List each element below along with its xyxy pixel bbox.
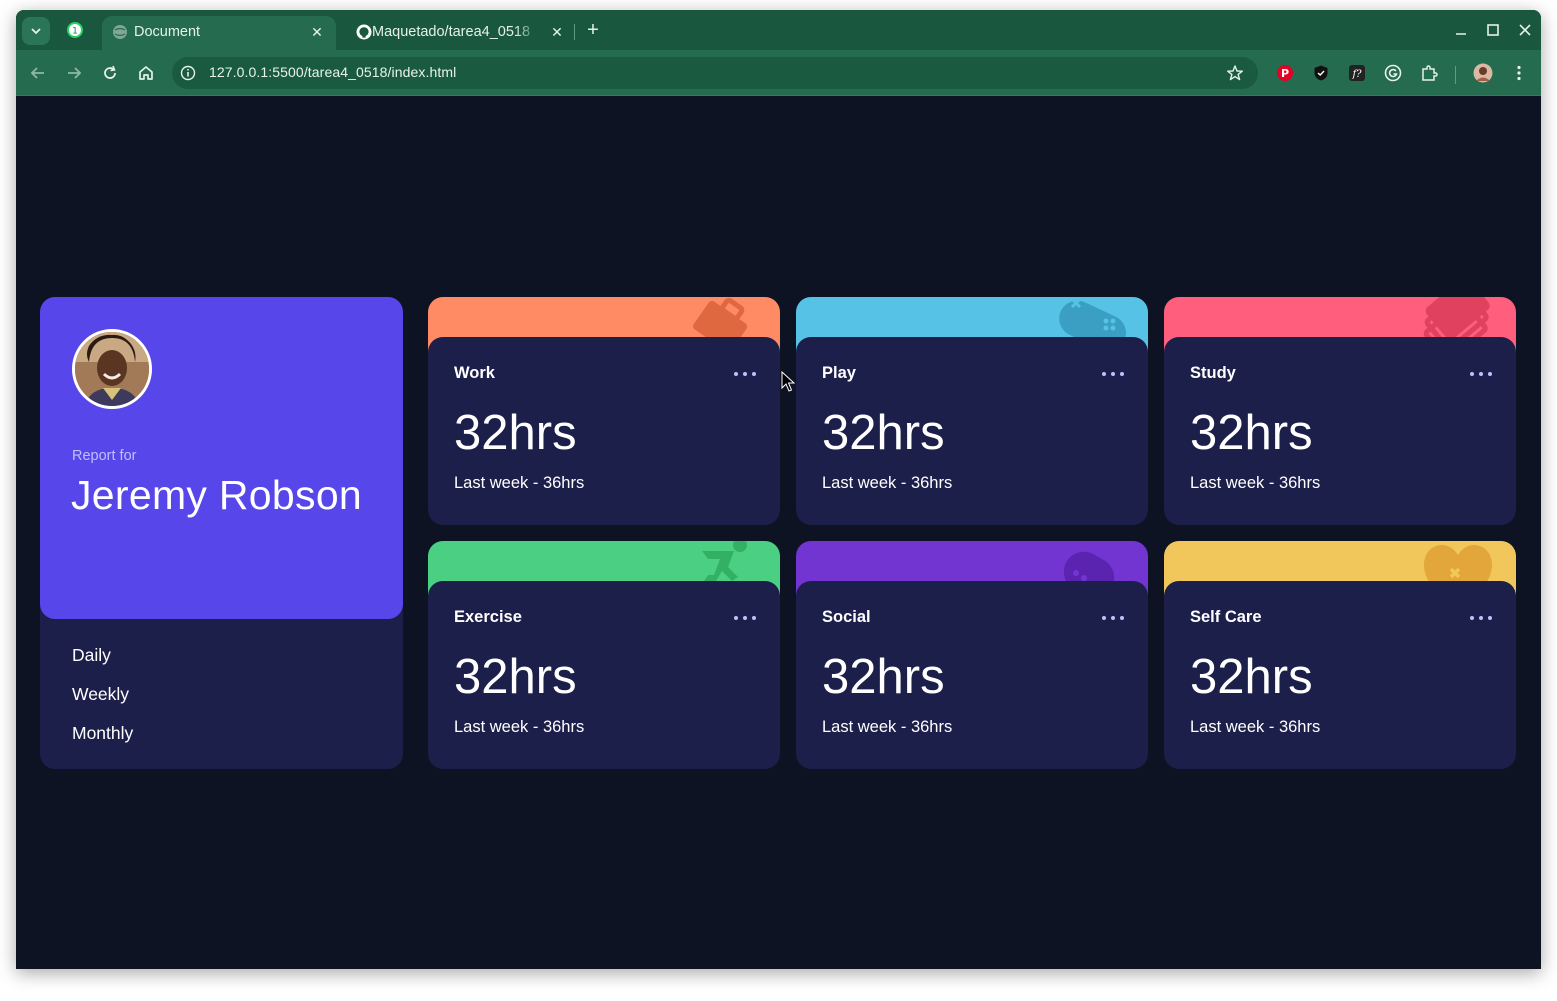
bookmark-star-icon[interactable] [1226, 64, 1244, 82]
svg-text:P: P [1281, 67, 1289, 80]
close-window-icon[interactable] [1515, 20, 1535, 40]
ellipsis-icon[interactable] [734, 616, 756, 624]
menu-kebab-icon[interactable] [1510, 64, 1528, 82]
browser-window: 1 Document ✕ Maquetado/tarea4_0518 ✕ + 1… [16, 10, 1541, 969]
card-social: Social 32hrs Last week - 36hrs [796, 541, 1148, 769]
url-text: 127.0.0.1:5500/tarea4_0518/index.html [209, 64, 457, 80]
card-play: Play 32hrs Last week - 36hrs [796, 297, 1148, 525]
ellipsis-icon[interactable] [1470, 372, 1492, 380]
avatar [72, 329, 152, 409]
card-title: Play [822, 364, 856, 382]
toolbar-divider [1455, 66, 1456, 84]
address-bar[interactable]: 127.0.0.1:5500/tarea4_0518/index.html [172, 57, 1258, 89]
pinterest-icon[interactable]: P [1276, 64, 1294, 82]
page-content: Report for Jeremy Robson Daily Weekly Mo… [16, 97, 1541, 969]
period-weekly[interactable]: Weekly [72, 684, 129, 705]
card-title: Work [454, 364, 495, 382]
shield-icon[interactable] [1312, 64, 1330, 82]
card-exercise: Exercise 32hrs Last week - 36hrs [428, 541, 780, 769]
tab-search-button[interactable] [22, 17, 50, 45]
ellipsis-icon[interactable] [1102, 372, 1124, 380]
whatsapp-icon[interactable]: 1 [66, 21, 84, 39]
chevron-down-icon [31, 28, 41, 35]
card-study: Study 32hrs Last week - 36hrs [1164, 297, 1516, 525]
close-tab-icon[interactable]: ✕ [548, 23, 566, 41]
card-body: Play 32hrs Last week - 36hrs [796, 337, 1148, 525]
current-hours: 32hrs [454, 406, 577, 460]
ellipsis-icon[interactable] [1470, 616, 1492, 624]
period-daily[interactable]: Daily [72, 645, 111, 666]
card-title: Social [822, 608, 871, 626]
new-tab-button[interactable]: + [582, 19, 604, 41]
card-body: Work 32hrs Last week - 36hrs [428, 337, 780, 525]
forward-icon[interactable] [64, 63, 84, 83]
home-icon[interactable] [136, 63, 156, 83]
current-hours: 32hrs [1190, 650, 1313, 704]
maximize-icon[interactable] [1483, 20, 1503, 40]
profile-card: Report for Jeremy Robson Daily Weekly Mo… [40, 297, 403, 769]
browser-toolbar: 127.0.0.1:5500/tarea4_0518/index.html P … [16, 50, 1541, 96]
profile-header: Report for Jeremy Robson [40, 297, 403, 619]
back-icon[interactable] [28, 63, 48, 83]
github-icon [356, 24, 372, 40]
profile-avatar-icon[interactable] [1473, 63, 1493, 83]
card-title: Exercise [454, 608, 522, 626]
card-work: Work 32hrs Last week - 36hrs [428, 297, 780, 525]
ellipsis-icon[interactable] [734, 372, 756, 380]
card-title: Self Care [1190, 608, 1262, 626]
avatar-image [75, 332, 149, 406]
notification-badge: 1 [72, 27, 78, 37]
current-hours: 32hrs [1190, 406, 1313, 460]
extensions-icon[interactable] [1420, 64, 1438, 82]
tab-github[interactable]: Maquetado/tarea4_0518 ✕ [346, 16, 576, 50]
card-self-care: Self Care 32hrs Last week - 36hrs [1164, 541, 1516, 769]
previous-hours: Last week - 36hrs [454, 474, 585, 492]
current-hours: 32hrs [454, 650, 577, 704]
current-hours: 32hrs [822, 650, 945, 704]
card-body: Exercise 32hrs Last week - 36hrs [428, 581, 780, 769]
card-body: Study 32hrs Last week - 36hrs [1164, 337, 1516, 525]
tab-separator [574, 24, 575, 40]
ellipsis-icon[interactable] [1102, 616, 1124, 624]
previous-hours: Last week - 36hrs [822, 474, 953, 492]
card-body: Self Care 32hrs Last week - 36hrs [1164, 581, 1516, 769]
reload-icon[interactable] [100, 63, 120, 83]
minimize-icon[interactable] [1451, 20, 1471, 40]
user-name: Jeremy Robson [71, 472, 363, 518]
close-tab-icon[interactable]: ✕ [308, 23, 326, 41]
previous-hours: Last week - 36hrs [1190, 474, 1321, 492]
current-hours: 32hrs [822, 406, 945, 460]
site-info-icon[interactable] [180, 65, 196, 81]
svg-text:f?: f? [1351, 69, 1362, 80]
tab-title: Maquetado/tarea4_0518 [372, 24, 531, 40]
card-body: Social 32hrs Last week - 36hrs [796, 581, 1148, 769]
grammarly-icon[interactable] [1384, 64, 1402, 82]
font-icon[interactable]: f? [1348, 64, 1366, 82]
mouse-cursor-icon [781, 371, 795, 392]
globe-icon [113, 25, 127, 39]
card-title: Study [1190, 364, 1236, 382]
report-for-label: Report for [72, 448, 137, 464]
previous-hours: Last week - 36hrs [822, 718, 953, 736]
tab-document[interactable]: Document ✕ [102, 16, 336, 50]
previous-hours: Last week - 36hrs [454, 718, 585, 736]
period-monthly[interactable]: Monthly [72, 723, 133, 744]
previous-hours: Last week - 36hrs [1190, 718, 1321, 736]
tab-strip: 1 Document ✕ Maquetado/tarea4_0518 ✕ + [16, 10, 1541, 50]
tab-title: Document [134, 24, 201, 40]
